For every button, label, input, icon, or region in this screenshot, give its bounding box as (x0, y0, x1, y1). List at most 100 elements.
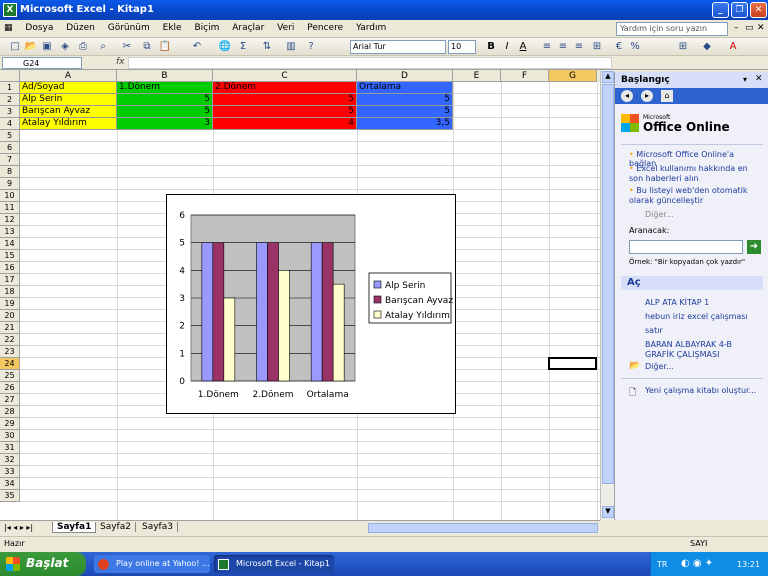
forward-icon[interactable]: ▸ (641, 90, 653, 102)
search-input[interactable] (629, 240, 743, 254)
row-header[interactable]: 3 (0, 106, 20, 118)
restore-button[interactable]: ❐ (731, 2, 748, 18)
link-news[interactable]: • Excel kullanımı hakkında en son haberl… (629, 164, 763, 184)
cell-d4[interactable]: 3,5 (357, 118, 453, 130)
row-header[interactable]: 26 (0, 382, 20, 394)
save-icon[interactable]: ▣ (40, 40, 54, 54)
row-header[interactable]: 4 (0, 118, 20, 130)
row-header[interactable]: 23 (0, 346, 20, 358)
help-search-input[interactable]: Yardım için soru yazın (616, 22, 728, 36)
menu-pencere[interactable]: Pencere (302, 20, 348, 36)
menu-veri[interactable]: Veri (272, 20, 299, 36)
cell-d2[interactable]: 5 (357, 94, 453, 106)
row-header[interactable]: 19 (0, 298, 20, 310)
cell-c1[interactable]: 2.Dönem (213, 82, 357, 94)
scroll-down-icon[interactable]: ▼ (602, 506, 614, 518)
formula-input[interactable] (128, 57, 612, 69)
row-header[interactable]: 33 (0, 466, 20, 478)
cell-a4[interactable]: Atalay Yıldırım (20, 118, 117, 130)
column-header[interactable]: F (501, 70, 549, 82)
row-header[interactable]: 27 (0, 394, 20, 406)
row-header[interactable]: 14 (0, 238, 20, 250)
cell-a3[interactable]: Barışcan Ayvaz (20, 106, 117, 118)
cell-c2[interactable]: 5 (213, 94, 357, 106)
align-right-icon[interactable]: ≡ (572, 40, 586, 54)
row-header[interactable]: 8 (0, 166, 20, 178)
cell-a2[interactable]: Alp Serin (20, 94, 117, 106)
research-icon[interactable]: ✂ (120, 40, 134, 54)
cell-c3[interactable]: 5 (213, 106, 357, 118)
row-header[interactable]: 20 (0, 310, 20, 322)
row-header[interactable]: 29 (0, 418, 20, 430)
cell-a1[interactable]: Ad/Soyad (20, 82, 117, 94)
menu-bicim[interactable]: Biçim (189, 20, 224, 36)
home-icon[interactable]: ⌂ (661, 90, 673, 102)
tab-sayfa3[interactable]: Sayfa3 (138, 522, 178, 532)
column-header[interactable]: E (453, 70, 501, 82)
recent-file-2[interactable]: hebun iriz excel çalışması (645, 312, 748, 321)
column-header[interactable]: G (549, 70, 597, 82)
recent-file-1[interactable]: ALP ATA KİTAP 1 (645, 298, 709, 307)
minimize-button[interactable]: _ (712, 2, 729, 18)
task-yahoo[interactable]: Play online at Yahoo! ... (94, 555, 210, 573)
link-new-workbook[interactable]: Yeni çalışma kitabı oluştur... (645, 386, 756, 395)
link-more-files[interactable]: Diğer... (645, 362, 674, 371)
worksheet-grid[interactable]: A B C D E F G 12345678910111213141516171… (0, 70, 600, 520)
row-header[interactable]: 30 (0, 430, 20, 442)
open-icon[interactable]: 📂 (24, 40, 38, 54)
row-header[interactable]: 10 (0, 190, 20, 202)
font-name-select[interactable]: Arial Tur (350, 40, 446, 54)
column-header[interactable]: B (117, 70, 213, 82)
cell-b4[interactable]: 3 (117, 118, 213, 130)
column-header[interactable]: D (357, 70, 453, 82)
align-left-icon[interactable]: ≡ (540, 40, 554, 54)
align-center-icon[interactable]: ≡ (556, 40, 570, 54)
italic-button[interactable]: I (500, 40, 514, 54)
tab-nav-icons[interactable]: |◂ ◂ ▸ ▸| (4, 523, 33, 532)
underline-button[interactable]: A (516, 40, 530, 54)
menu-yardim[interactable]: Yardım (351, 20, 391, 36)
doc-minimize-button[interactable]: – (734, 23, 739, 33)
search-go-icon[interactable]: ➜ (747, 240, 761, 254)
recent-file-3[interactable]: satır (645, 326, 663, 335)
print-preview-icon[interactable]: ⌕ (96, 40, 110, 54)
tab-sayfa2[interactable]: Sayfa2 (96, 522, 136, 532)
row-header[interactable]: 24 (0, 358, 20, 370)
close-button[interactable]: ✕ (750, 2, 767, 18)
font-size-select[interactable]: 10 (448, 40, 476, 54)
row-header[interactable]: 2 (0, 94, 20, 106)
row-header[interactable]: 6 (0, 142, 20, 154)
merge-icon[interactable]: ⊞ (590, 40, 604, 54)
name-box[interactable]: G24 (2, 57, 82, 69)
percent-button[interactable]: % (628, 40, 642, 54)
row-header[interactable]: 5 (0, 130, 20, 142)
fx-icon[interactable]: fx (116, 57, 125, 67)
row-header[interactable]: 31 (0, 442, 20, 454)
task-pane-close-icon[interactable]: ✕ (755, 74, 763, 84)
cell-d1[interactable]: Ortalama (357, 82, 453, 94)
paste-icon[interactable]: 📋 (158, 40, 172, 54)
sort-icon[interactable]: ⇅ (260, 40, 274, 54)
undo-icon[interactable]: ↶ (190, 40, 204, 54)
cell-b3[interactable]: 5 (117, 106, 213, 118)
link-auto-update[interactable]: • Bu listeyi web'den otomatik olarak gün… (629, 186, 763, 206)
row-header[interactable]: 15 (0, 250, 20, 262)
row-header[interactable]: 32 (0, 454, 20, 466)
cell-b2[interactable]: 5 (117, 94, 213, 106)
hyperlink-icon[interactable]: 🌐 (218, 40, 232, 54)
cell-d3[interactable]: 5 (357, 106, 453, 118)
row-header[interactable]: 9 (0, 178, 20, 190)
row-header[interactable]: 21 (0, 322, 20, 334)
task-pane-dropdown-icon[interactable]: ▾ (743, 75, 747, 84)
column-header[interactable]: C (213, 70, 357, 82)
language-indicator[interactable]: TR (657, 560, 667, 569)
doc-close-button[interactable]: ✕ (757, 23, 765, 33)
print-icon[interactable]: ⎙ (76, 40, 90, 54)
row-header[interactable]: 34 (0, 478, 20, 490)
autosum-icon[interactable]: Σ (236, 40, 250, 54)
row-header[interactable]: 35 (0, 490, 20, 502)
row-header[interactable]: 13 (0, 226, 20, 238)
row-header[interactable]: 17 (0, 274, 20, 286)
excel-icon[interactable]: X (3, 3, 17, 17)
help-icon[interactable]: ? (304, 40, 318, 54)
